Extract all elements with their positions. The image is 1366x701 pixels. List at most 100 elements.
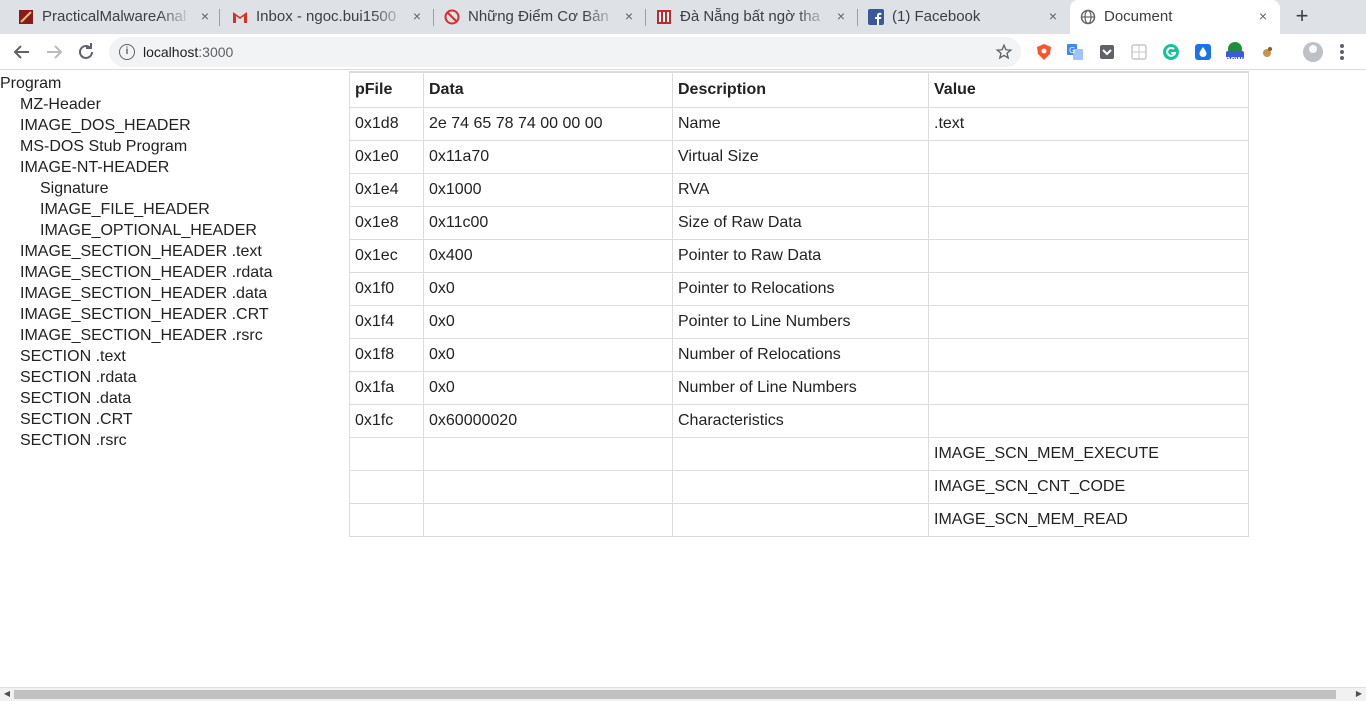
- cookie-icon[interactable]: [1258, 43, 1276, 61]
- scroll-left-icon[interactable]: ◀: [0, 689, 14, 698]
- pfile-cell: [349, 469, 424, 504]
- description-cell: RVA: [672, 172, 929, 207]
- data-cell: 2e 74 65 78 74 00 00 00: [423, 106, 673, 141]
- description-cell: Pointer to Relocations: [672, 271, 929, 306]
- news-favicon-icon: [657, 10, 671, 24]
- data-cell: 0x0: [423, 337, 673, 372]
- site-info-icon[interactable]: i: [119, 44, 135, 60]
- description-cell: Size of Raw Data: [672, 205, 929, 240]
- tree-item[interactable]: SECTION .rsrc: [0, 430, 340, 451]
- table-row: IMAGE_SCN_MEM_READ: [349, 502, 1249, 537]
- tree-item[interactable]: IMAGE_SECTION_HEADER .data: [0, 283, 340, 304]
- close-tab-icon[interactable]: ×: [409, 8, 425, 24]
- close-tab-icon[interactable]: ×: [1045, 8, 1061, 24]
- address-bar[interactable]: i localhost:3000: [109, 37, 1021, 67]
- tree-item[interactable]: IMAGE_SECTION_HEADER .text: [0, 241, 340, 262]
- tree-item[interactable]: IMAGE_SECTION_HEADER .CRT: [0, 304, 340, 325]
- header-value: Value: [928, 71, 1249, 108]
- book-favicon-icon: [19, 10, 33, 24]
- data-cell: [423, 436, 673, 471]
- new-tab-button[interactable]: +: [1290, 5, 1314, 29]
- table-row: 0x1e4 0x1000 RVA: [349, 172, 1249, 207]
- close-tab-icon[interactable]: ×: [197, 8, 213, 24]
- description-cell: Number of Relocations: [672, 337, 929, 372]
- new-badge: new: [1225, 54, 1243, 64]
- facebook-favicon-icon: [868, 9, 884, 25]
- url-text[interactable]: localhost:3000: [143, 44, 233, 60]
- pfile-cell: 0x1fc: [349, 403, 424, 438]
- header-data: Data: [423, 71, 673, 108]
- description-cell: Name: [672, 106, 929, 141]
- header-pfile: pFile: [349, 71, 424, 108]
- tab-facebook[interactable]: (1) Facebook ×: [858, 0, 1070, 34]
- value-cell: .text: [928, 106, 1249, 141]
- gmail-favicon-icon: [233, 12, 247, 23]
- back-icon[interactable]: [10, 40, 34, 64]
- pfile-cell: 0x1e4: [349, 172, 424, 207]
- table-row: 0x1e0 0x11a70 Virtual Size: [349, 139, 1249, 174]
- grammarly-icon[interactable]: [1162, 43, 1180, 61]
- tree-item[interactable]: IMAGE_FILE_HEADER: [0, 199, 340, 220]
- data-cell: [423, 469, 673, 504]
- scrollbar-thumb[interactable]: [14, 690, 1336, 699]
- close-tab-icon[interactable]: ×: [833, 8, 849, 24]
- tab-inbox[interactable]: Inbox - ngoc.bui1500 ×: [222, 0, 434, 34]
- tree-item[interactable]: MS-DOS Stub Program: [0, 136, 340, 157]
- tree-item[interactable]: Program: [0, 73, 340, 94]
- description-cell: Pointer to Raw Data: [672, 238, 929, 273]
- tree-item[interactable]: MZ-Header: [0, 94, 340, 115]
- bookmark-star-icon[interactable]: [995, 43, 1013, 61]
- forward-icon[interactable]: [42, 40, 66, 64]
- close-tab-icon[interactable]: ×: [1255, 8, 1271, 24]
- tab-da-nang[interactable]: Đà Nẵng bất ngờ tha ×: [646, 0, 858, 34]
- description-cell: [672, 436, 929, 471]
- tree-item[interactable]: IMAGE_SECTION_HEADER .rdata: [0, 262, 340, 283]
- pfile-cell: 0x1d8: [349, 106, 424, 141]
- description-cell: Pointer to Line Numbers: [672, 304, 929, 339]
- data-cell: [423, 502, 673, 537]
- table-header-row: pFile Data Description Value: [349, 71, 1249, 108]
- value-cell: IMAGE_SCN_MEM_READ: [928, 502, 1249, 537]
- pfile-cell: 0x1e8: [349, 205, 424, 240]
- scroll-right-icon[interactable]: ▶: [1352, 689, 1366, 698]
- tree-item[interactable]: IMAGE_SECTION_HEADER .rsrc: [0, 325, 340, 346]
- table-row: 0x1f4 0x0 Pointer to Line Numbers: [349, 304, 1249, 339]
- tab-nhung-diem[interactable]: Những Điểm Cơ Bản ×: [434, 0, 646, 34]
- table-row: 0x1d8 2e 74 65 78 74 00 00 00 Name .text: [349, 106, 1249, 141]
- tree-item[interactable]: SECTION .data: [0, 388, 340, 409]
- profile-avatar[interactable]: [1303, 42, 1323, 62]
- tab-document[interactable]: Document ×: [1070, 0, 1280, 34]
- more-menu-icon[interactable]: [1336, 40, 1348, 64]
- close-tab-icon[interactable]: ×: [621, 8, 637, 24]
- reload-icon[interactable]: [74, 40, 98, 64]
- water-drop-icon[interactable]: [1194, 43, 1212, 61]
- tab-practical-malware[interactable]: PracticalMalwareAnal ×: [8, 0, 220, 34]
- grid-extension-icon[interactable]: [1130, 43, 1148, 61]
- value-cell: IMAGE_SCN_CNT_CODE: [928, 469, 1249, 504]
- value-cell: [928, 370, 1249, 405]
- horizontal-scrollbar[interactable]: ◀ ▶: [0, 687, 1366, 701]
- brave-shield-icon[interactable]: [1035, 43, 1053, 61]
- browser-toolbar: i localhost:3000 G new: [0, 34, 1366, 70]
- tree-item[interactable]: Signature: [0, 178, 340, 199]
- value-cell: [928, 271, 1249, 306]
- tree-item[interactable]: IMAGE_DOS_HEADER: [0, 115, 340, 136]
- pocket-icon[interactable]: [1098, 43, 1116, 61]
- tree-item[interactable]: SECTION .rdata: [0, 367, 340, 388]
- tree-item[interactable]: SECTION .CRT: [0, 409, 340, 430]
- tab-title: (1) Facebook: [892, 8, 981, 25]
- pfile-cell: 0x1f0: [349, 271, 424, 306]
- tree-item[interactable]: IMAGE-NT-HEADER: [0, 157, 340, 178]
- data-cell: 0x0: [423, 304, 673, 339]
- red-circle-favicon-icon: [444, 9, 460, 25]
- section-header-table: pFile Data Description Value 0x1d8 2e 74 …: [349, 71, 1249, 537]
- value-cell: [928, 403, 1249, 438]
- description-cell: [672, 469, 929, 504]
- table-row: 0x1f8 0x0 Number of Relocations: [349, 337, 1249, 372]
- svg-text:G: G: [1069, 46, 1075, 55]
- tree-item[interactable]: IMAGE_OPTIONAL_HEADER: [0, 220, 340, 241]
- data-cell: 0x400: [423, 238, 673, 273]
- table-row: 0x1fa 0x0 Number of Line Numbers: [349, 370, 1249, 405]
- translate-icon[interactable]: G: [1066, 43, 1084, 61]
- tree-item[interactable]: SECTION .text: [0, 346, 340, 367]
